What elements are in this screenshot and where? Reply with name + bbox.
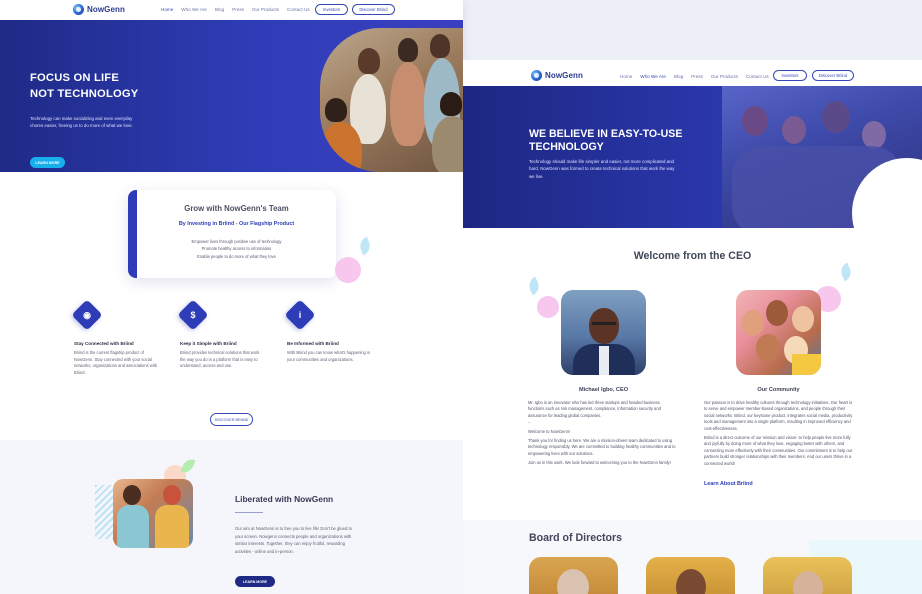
hero-learn-more-button[interactable]: LEARN MORE bbox=[30, 157, 65, 168]
community-portrait bbox=[736, 290, 821, 375]
pink-circle-decoration bbox=[335, 257, 361, 283]
grow-bullets: Empower lives through positive use of te… bbox=[137, 238, 336, 260]
director-photo bbox=[763, 557, 852, 594]
investors-button[interactable]: Investors bbox=[773, 70, 807, 81]
ceo-caption: Michael Igbo, CEO bbox=[578, 387, 629, 393]
community-caption: Our Community bbox=[757, 387, 800, 393]
community-paragraph: Briind is a direct outcome of our missio… bbox=[704, 435, 853, 466]
liberated-learn-more-button[interactable]: LEARN MORE bbox=[235, 576, 275, 587]
feature-title: Be Informed with Briind bbox=[287, 341, 339, 346]
info-icon: i bbox=[284, 299, 316, 331]
liberated-text: Our aim at NowGenn is to free you to liv… bbox=[235, 526, 352, 554]
hero-section: FOCUS ON LIFE NOT TECHNOLOGY Technology … bbox=[0, 20, 463, 172]
leaf-decoration bbox=[838, 262, 854, 282]
nav-link-blog[interactable]: Blog bbox=[674, 74, 683, 79]
grow-subtitle: By Investing in Briind - Our Flagship Pr… bbox=[178, 221, 295, 227]
board-section: Board of Directors bbox=[463, 520, 922, 594]
director-photo bbox=[529, 557, 618, 594]
nav-link-press[interactable]: Press bbox=[691, 74, 703, 79]
ceo-paragraph: Join us in this work. We look forward to… bbox=[528, 460, 671, 466]
about-hero-title: WE BELIEVE IN EASY-TO-USE TECHNOLOGY bbox=[529, 128, 682, 154]
nav-links: Home Who We Are Blog Press Our Products … bbox=[161, 7, 310, 12]
community-hero-photo bbox=[722, 86, 922, 228]
ceo-bio: Mr. Igbo is an innovator who has led thr… bbox=[528, 400, 676, 467]
dollar-icon: $ bbox=[177, 299, 209, 331]
screenshot-canvas: NowGenn Home Who We Are Blog Press Our P… bbox=[0, 0, 922, 594]
hero-team-photo bbox=[320, 28, 463, 172]
community-paragraph: Our passion is to drive healthy cultures… bbox=[704, 400, 853, 431]
nav-link-contact-us[interactable]: Contact Us bbox=[746, 74, 769, 79]
home-page: NowGenn Home Who We Are Blog Press Our P… bbox=[0, 0, 463, 594]
liberated-section: Liberated with NowGenn Our aim at NowGen… bbox=[0, 440, 463, 594]
pink-circle-decoration bbox=[537, 296, 559, 318]
director-photo bbox=[646, 557, 735, 594]
liberated-title: Liberated with NowGenn bbox=[235, 494, 334, 504]
nav-link-our-products[interactable]: Our Products bbox=[252, 7, 279, 12]
feature-be-informed: i Be Informed with Briind With Briind yo… bbox=[284, 299, 372, 363]
learn-about-briind-link[interactable]: Learn About Briind bbox=[704, 481, 753, 487]
feature-text: Briind is the current flagship product o… bbox=[74, 350, 158, 376]
discover-briind-cta[interactable]: DISCOVER BRIIND bbox=[210, 413, 253, 426]
ceo-paragraph: Thank you for finding us here. We are a … bbox=[528, 438, 676, 456]
feature-text: Briind provides technical solutions that… bbox=[180, 350, 260, 369]
nowgenn-logo-icon bbox=[531, 70, 542, 81]
who-we-are-page: NowGenn Home Who We Are Blog Press Our P… bbox=[463, 60, 922, 594]
ceo-paragraph: ... bbox=[528, 419, 532, 425]
hero-title-line1: FOCUS ON LIFE bbox=[30, 72, 119, 84]
feature-stay-connected: ◉ Stay Connected with Briind Briind is t… bbox=[71, 299, 159, 377]
logo[interactable]: NowGenn bbox=[531, 70, 583, 81]
friends-photo bbox=[113, 479, 193, 548]
ceo-paragraph: Mr. Igbo is an innovator who has led thr… bbox=[528, 400, 661, 418]
nav-link-who-we-are[interactable]: Who We Are bbox=[181, 7, 207, 12]
logo-text: NowGenn bbox=[87, 5, 126, 14]
feature-title: Stay Connected with Briind bbox=[74, 341, 134, 346]
discover-briind-button[interactable]: Discover Briind bbox=[812, 70, 854, 81]
nav-link-home[interactable]: Home bbox=[161, 7, 173, 12]
about-hero-text: Technology should make life simpler and … bbox=[529, 159, 675, 179]
nav-link-home[interactable]: Home bbox=[620, 74, 632, 79]
about-hero-title-line2: TECHNOLOGY bbox=[529, 141, 604, 153]
hero-title-line2: NOT TECHNOLOGY bbox=[30, 88, 139, 100]
grow-bullet: Enable people to do more of what they lo… bbox=[197, 253, 276, 259]
ceo-portrait bbox=[561, 290, 646, 375]
nav-link-contact-us[interactable]: Contact Us bbox=[287, 7, 310, 12]
leaf-decoration bbox=[180, 456, 196, 476]
investors-button[interactable]: Investors bbox=[315, 4, 348, 15]
logo[interactable]: NowGenn bbox=[73, 4, 125, 15]
nav-link-our-products[interactable]: Our Products bbox=[711, 74, 738, 79]
about-hero-title-line1: WE BELIEVE IN EASY-TO-USE bbox=[529, 128, 683, 140]
nav-links: Home Who We Are Blog Press Our Products … bbox=[620, 74, 769, 79]
top-nav: NowGenn Home Who We Are Blog Press Our P… bbox=[0, 0, 463, 20]
hero-title: FOCUS ON LIFE NOT TECHNOLOGY bbox=[30, 70, 138, 102]
hero-gradient bbox=[463, 86, 723, 228]
discover-briind-button[interactable]: Discover Briind bbox=[352, 4, 395, 15]
divider bbox=[235, 512, 263, 513]
hero-text: Technology can make socializing and even… bbox=[30, 116, 133, 129]
grow-card: Grow with NowGenn's Team By Investing in… bbox=[128, 190, 336, 278]
wifi-icon: ◉ bbox=[71, 299, 103, 331]
leaf-decoration bbox=[526, 276, 542, 296]
about-hero-section: WE BELIEVE IN EASY-TO-USE TECHNOLOGY Tec… bbox=[463, 86, 922, 228]
ceo-section-title: Welcome from the CEO bbox=[633, 250, 752, 262]
nav-link-blog[interactable]: Blog bbox=[215, 7, 224, 12]
board-title: Board of Directors bbox=[529, 532, 623, 544]
nav-link-who-we-are[interactable]: Who We Are bbox=[640, 74, 666, 79]
grow-title: Grow with NowGenn's Team bbox=[184, 204, 289, 213]
nowgenn-logo-icon bbox=[73, 4, 84, 15]
community-text: Our passion is to drive healthy cultures… bbox=[704, 400, 854, 467]
feature-title: Keep it Simple with Briind bbox=[180, 341, 237, 346]
ceo-paragraph: Welcome to NowGenn! bbox=[528, 428, 571, 434]
feature-text: With Briind you can know what's happenin… bbox=[287, 350, 371, 362]
leaf-decoration bbox=[357, 236, 373, 256]
nav-link-press[interactable]: Press bbox=[232, 7, 244, 12]
feature-keep-simple: $ Keep it Simple with Briind Briind prov… bbox=[177, 299, 265, 370]
logo-text: NowGenn bbox=[545, 71, 584, 80]
grow-bullet: Promote healthy access to information bbox=[201, 246, 272, 252]
grow-bullet: Empower lives through positive use of te… bbox=[191, 239, 282, 244]
